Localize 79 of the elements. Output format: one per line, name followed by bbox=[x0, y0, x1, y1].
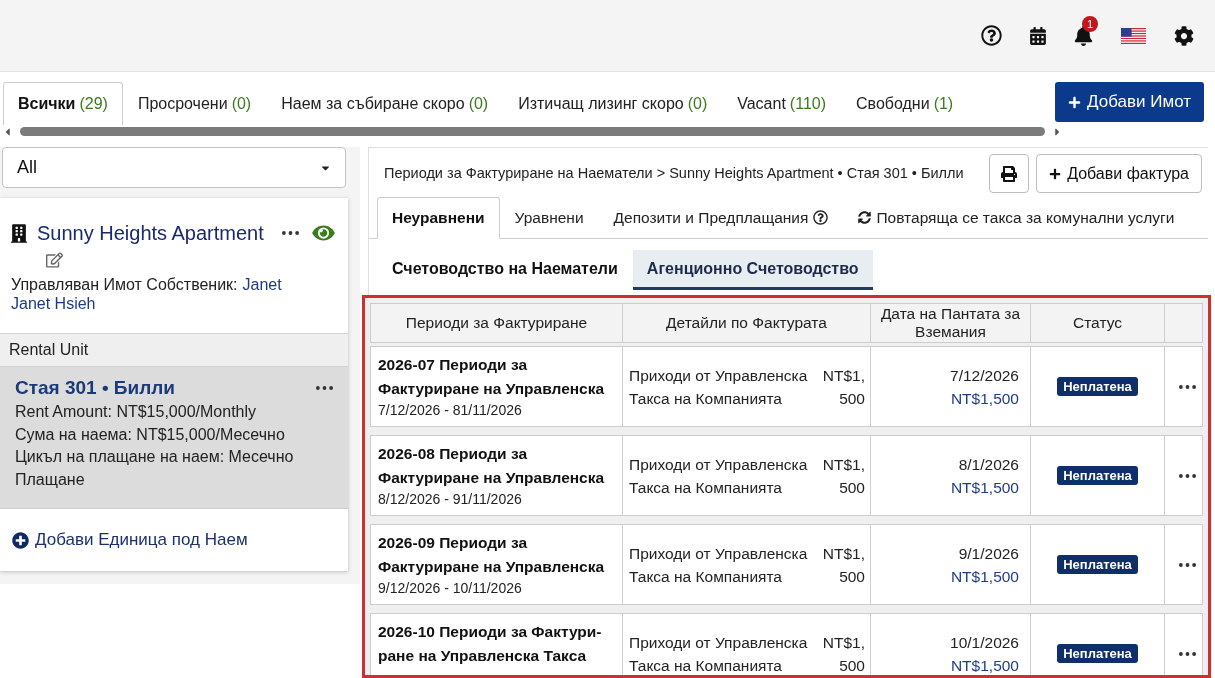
column-header: Статус bbox=[1073, 314, 1122, 332]
ellipsis-icon[interactable] bbox=[316, 386, 333, 390]
invoice-tab[interactable]: Уравнени bbox=[499, 197, 599, 238]
ellipsis-icon[interactable] bbox=[1178, 562, 1196, 567]
invoice-tab[interactable]: Депозити и Предплащания bbox=[598, 197, 844, 238]
status-badge: Неплатена bbox=[1057, 466, 1138, 485]
invoice-amount: NT$1,500 bbox=[821, 633, 865, 675]
unit-detail: Rent Amount: NT$15,000/Monthly bbox=[15, 402, 258, 422]
refresh-icon bbox=[858, 211, 872, 224]
ellipsis-icon[interactable] bbox=[281, 231, 299, 235]
invoice-detail: Приходи от Управленска Такса на Компанията bbox=[629, 633, 809, 675]
owner-link[interactable]: Janet Hsieh bbox=[11, 294, 337, 313]
due-date: 8/1/2026 bbox=[958, 455, 1019, 475]
property-tab[interactable]: Vacant (110) bbox=[722, 82, 842, 125]
property-tab[interactable]: Просрочени (0) bbox=[122, 82, 267, 125]
period-title: 2026-09 Периоди за Фактуриране на Управленска bbox=[378, 533, 606, 577]
property-tab[interactable]: Свободни (1) bbox=[841, 82, 969, 125]
status-badge: Неплатена bbox=[1057, 377, 1138, 396]
period-title: 2026-08 Периоди за Фактуриране на Управленска bbox=[378, 444, 606, 488]
add-invoice-button[interactable]: Добави фактура bbox=[1036, 154, 1202, 193]
invoice-detail: Приходи от Управленска Такса на Компанията bbox=[629, 455, 809, 498]
print-button[interactable] bbox=[989, 154, 1030, 193]
property-tab[interactable]: Изтичащ лизинг скоро (0) bbox=[503, 82, 723, 125]
ellipsis-icon[interactable] bbox=[1178, 384, 1196, 389]
invoice-detail: Приходи от Управленска Такса на Компанията bbox=[629, 544, 809, 587]
due-amount: NT$1,500 bbox=[950, 478, 1019, 498]
period-title: 2026-10 Периоди за Фактури-ране на Управленска Такса bbox=[378, 622, 603, 666]
due-amount: NT$1,500 bbox=[950, 567, 1019, 587]
ellipsis-icon[interactable] bbox=[1178, 473, 1196, 478]
owner-link[interactable]: Janet bbox=[242, 275, 282, 294]
due-amount: NT$1,500 bbox=[950, 656, 1019, 675]
owner-label: Управляван Имот Собственик: bbox=[11, 275, 238, 294]
column-header: Дата на Пантата за Вземания bbox=[879, 305, 1022, 341]
invoice-amount: NT$1,500 bbox=[821, 455, 865, 498]
period-dates: 8/12/2026 - 91/11/2026 bbox=[378, 490, 523, 508]
scrollbar-thumb[interactable] bbox=[20, 127, 1045, 136]
building-icon bbox=[11, 222, 27, 244]
property-tab[interactable]: Наем за събиране скоро (0) bbox=[266, 82, 504, 125]
unit-detail: Цикъл на плащане на наем: Месечно Плащане bbox=[15, 447, 295, 490]
help-icon[interactable] bbox=[981, 25, 1002, 46]
add-unit-button[interactable]: Добави Единица под Наем bbox=[12, 527, 248, 553]
period-dates: 7/12/2026 - 81/11/2026 bbox=[378, 401, 523, 419]
invoice-amount: NT$1,500 bbox=[821, 366, 865, 409]
period-title: 2026-07 Периоди за Фактуриране на Управленска bbox=[378, 355, 606, 399]
due-amount: NT$1,500 bbox=[950, 389, 1019, 409]
unit-title: Стая 301 • Билли bbox=[15, 376, 176, 400]
invoice-tab[interactable]: Неуравнени bbox=[377, 197, 500, 239]
plus-icon bbox=[1068, 95, 1081, 109]
filter-select[interactable]: All bbox=[2, 147, 346, 188]
rental-unit-item[interactable]: Стая 301 • Билли Rent Amount: NT$15,000/Monthly Сума на наема: NT$15,000/Месечно Цикъл на плащане на наем: Месечно Плащане bbox=[0, 367, 348, 509]
due-date: 10/1/2026 bbox=[950, 633, 1019, 653]
due-date: 9/1/2026 bbox=[958, 544, 1019, 564]
help-icon bbox=[813, 210, 829, 225]
eye-icon[interactable] bbox=[312, 223, 335, 243]
notification-badge: 1 bbox=[1082, 15, 1098, 32]
settings-icon[interactable] bbox=[1174, 25, 1194, 46]
breadcrumb: Периоди за Фактуриране на Наематели > Sunny Heights Apartment • Стая 301 • Билли bbox=[384, 163, 965, 183]
add-property-button[interactable]: Добави Имот bbox=[1055, 82, 1204, 122]
invoice-detail: Приходи от Управленска Такса на Компанията bbox=[629, 366, 809, 409]
column-header: Периоди за Фактуриране bbox=[405, 314, 588, 332]
calendar-icon[interactable] bbox=[1030, 26, 1046, 45]
section-header: Rental Unit bbox=[0, 333, 348, 367]
print-icon bbox=[1001, 165, 1018, 182]
flag-icon[interactable] bbox=[1121, 27, 1146, 44]
sub-tab[interactable]: Агенционно Счетоводство bbox=[632, 250, 873, 290]
property-tab[interactable]: Всички (29) bbox=[3, 82, 123, 125]
unit-detail: Сума на наема: NT$15,000/Месечно bbox=[15, 424, 286, 445]
status-badge: Неплатена bbox=[1057, 644, 1138, 663]
edit-icon[interactable] bbox=[46, 252, 63, 268]
sub-tab[interactable]: Счетоводство на Наематели bbox=[378, 250, 632, 290]
property-name-link[interactable]: Sunny Heights Apartment bbox=[37, 218, 264, 248]
invoice-amount: NT$1,500 bbox=[821, 544, 865, 587]
plus-icon bbox=[1049, 167, 1062, 180]
period-dates: 9/12/2026 - 10/11/2026 bbox=[378, 579, 523, 597]
column-header: Детайли по Фактурата bbox=[666, 314, 827, 332]
status-badge: Неплатена bbox=[1057, 555, 1138, 574]
due-date: 7/12/2026 bbox=[950, 366, 1019, 386]
ellipsis-icon[interactable] bbox=[1178, 651, 1196, 656]
invoice-tab[interactable]: Повтаряща се такса за комунални услуги bbox=[843, 197, 1190, 238]
